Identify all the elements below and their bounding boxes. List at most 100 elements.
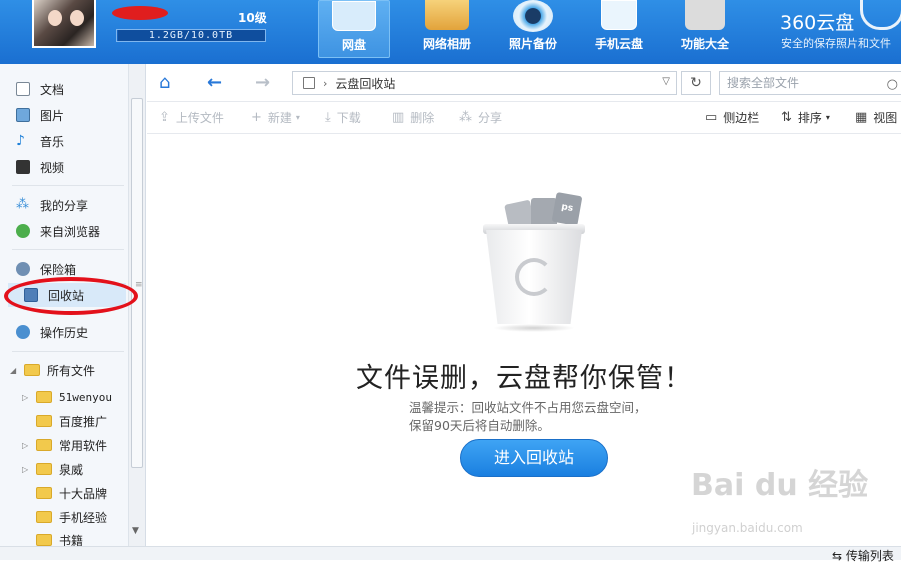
recycle-bin-illustration: ps [479, 191, 589, 334]
expand-arrow-icon[interactable]: ▷ [22, 465, 32, 474]
main-nav: 网盘 网络相册 照片备份 手机云盘 功能大全 [318, 0, 748, 64]
enter-recycle-bin-button[interactable]: 进入回收站 [460, 439, 608, 477]
tab-cloud-disk[interactable]: 网盘 [318, 0, 390, 58]
tree-folder[interactable]: ▷ 常用软件 [22, 435, 107, 455]
sort-label: 排序 [797, 111, 822, 125]
safe-icon [16, 262, 30, 276]
sidebar-item-documents[interactable]: 文档 [16, 78, 64, 100]
document-icon [16, 82, 30, 96]
tree-folder[interactable]: 百度推广 [22, 411, 107, 431]
tab-label: 网络相册 [422, 37, 471, 51]
tab-photo-backup[interactable]: 照片备份 [490, 0, 576, 58]
sidebar-item-label: 视频 [40, 160, 65, 175]
caret-down-icon: ▾ [825, 113, 830, 122]
user-level: 10级 [238, 11, 267, 25]
username-redacted [112, 6, 168, 20]
refresh-button[interactable]: ↻ [681, 71, 711, 95]
back-arrow-icon[interactable]: ← [207, 72, 222, 93]
tab-phone-cloud[interactable]: 手机云盘 [576, 0, 662, 58]
sidebar-item-history[interactable]: 操作历史 [16, 321, 88, 343]
sidebar-item-music[interactable]: ♪ 音乐 [16, 130, 64, 152]
history-icon [16, 325, 30, 339]
share-icon: ⁂ [16, 197, 29, 212]
path-field[interactable]: › 云盘回收站 ▽ [292, 71, 677, 95]
tree-folder[interactable]: ▷ 51wenyou [22, 387, 112, 407]
sidebar-item-label: 音乐 [40, 134, 65, 149]
tree-folder[interactable]: ▷ 泉威 [22, 459, 83, 479]
tools-icon [685, 0, 725, 30]
sidebar-item-label: 文档 [40, 82, 65, 97]
download-label: 下载 [336, 111, 361, 125]
share-button[interactable]: ⁂ 分享 [459, 109, 502, 126]
sidebar-toggle-button[interactable]: ▭ 侧边栏 [705, 109, 759, 126]
transfer-list-button[interactable]: ⇆ 传输列表 [832, 547, 894, 565]
sidebar-divider [12, 185, 124, 186]
sidebar-toggle-label: 侧边栏 [723, 111, 760, 125]
sidebar-icon: ▭ [705, 110, 718, 125]
grid-view-icon: ▦ [855, 110, 868, 125]
tree-item-label: 51wenyou [59, 390, 112, 404]
expand-arrow-icon[interactable]: ▷ [22, 393, 32, 402]
sidebar-divider [12, 249, 124, 250]
sidebar-item-images[interactable]: 图片 [16, 104, 64, 126]
expand-arrow-icon[interactable]: ▷ [22, 441, 32, 450]
tab-tools[interactable]: 功能大全 [662, 0, 748, 58]
tab-label: 网盘 [341, 38, 366, 52]
recycle-symbol-icon [515, 258, 553, 296]
search-input[interactable]: 搜索全部文件 ○ [719, 71, 901, 95]
upload-button[interactable]: ⇪ 上传文件 [159, 109, 224, 126]
sort-icon: ⇅ [781, 110, 792, 125]
delete-button[interactable]: ▥ 删除 [392, 109, 434, 126]
folder-icon [36, 534, 52, 546]
brand-slogan: 安全的保存照片和文件 [781, 37, 891, 50]
download-button[interactable]: ⤓ 下载 [325, 109, 361, 126]
grip-icon: ≡ [135, 280, 143, 290]
forward-arrow-icon[interactable]: → [255, 72, 270, 93]
tab-web-album[interactable]: 网络相册 [404, 0, 490, 58]
transfer-icon: ⇆ [832, 549, 846, 563]
collapse-arrow-icon[interactable]: ◢ [10, 366, 20, 375]
scroll-down-arrow-icon[interactable]: ▼ [132, 526, 139, 536]
trash-icon [303, 77, 315, 89]
storage-usage-bar: 1.2GB/10.0TB [116, 29, 266, 42]
tree-folder[interactable]: 十大品牌 [22, 483, 107, 503]
sidebar-item-my-share[interactable]: ⁂ 我的分享 [16, 194, 88, 216]
new-button[interactable]: + 新建 ▾ [251, 109, 300, 126]
transfer-list-label: 传输列表 [845, 549, 894, 563]
tab-label: 功能大全 [680, 37, 729, 51]
hint-line: 温馨提示：回收站文件不占用您云盘空间， [409, 400, 647, 415]
address-bar: ⌂ ← → › 云盘回收站 ▽ ↻ 搜索全部文件 ○ [147, 64, 901, 102]
folder-icon [36, 391, 52, 403]
sidebar-divider [12, 351, 124, 352]
tree-folder[interactable]: 手机经验 [22, 507, 107, 527]
sidebar-item-video[interactable]: 视频 [16, 156, 64, 178]
trash-icon: ▥ [392, 110, 405, 125]
sidebar-item-from-browser[interactable]: 来自浏览器 [16, 220, 100, 242]
top-header: 10级 1.2GB/10.0TB 网盘 网络相册 照片备份 手机云盘 功能大全 … [0, 0, 901, 64]
browser-icon [16, 224, 30, 238]
avatar[interactable] [32, 0, 96, 48]
cloud-icon [332, 1, 376, 31]
plus-icon: + [251, 110, 262, 125]
camera-icon [513, 0, 553, 32]
tree-item-label: 十大品牌 [59, 486, 108, 501]
baidu-watermark: Bai du 经验 [691, 468, 869, 503]
chevron-right-icon: › [323, 76, 328, 90]
scrollbar-thumb[interactable]: ≡ [131, 98, 143, 468]
folder-icon [24, 364, 40, 376]
tab-label: 手机云盘 [594, 37, 643, 51]
share-icon: ⁂ [459, 110, 472, 125]
tree-root-all-files[interactable]: ◢ 所有文件 [10, 360, 95, 380]
download-icon: ⤓ [325, 110, 331, 125]
chevron-down-icon[interactable]: ▽ [662, 76, 670, 87]
brand-logo-text: 360云盘 [780, 12, 855, 34]
baidu-watermark-url: jingyan.baidu.com [692, 521, 803, 535]
sidebar-item-label: 图片 [40, 108, 65, 123]
view-button[interactable]: ▦ 视图 [855, 109, 897, 126]
tab-label: 照片备份 [508, 37, 557, 51]
home-icon[interactable]: ⌂ [159, 72, 170, 93]
upload-label: 上传文件 [175, 111, 224, 125]
sidebar-scrollbar[interactable]: ≡ ▼ [128, 64, 145, 546]
search-icon[interactable]: ○ [887, 74, 898, 96]
sort-button[interactable]: ⇅ 排序 ▾ [781, 109, 830, 126]
